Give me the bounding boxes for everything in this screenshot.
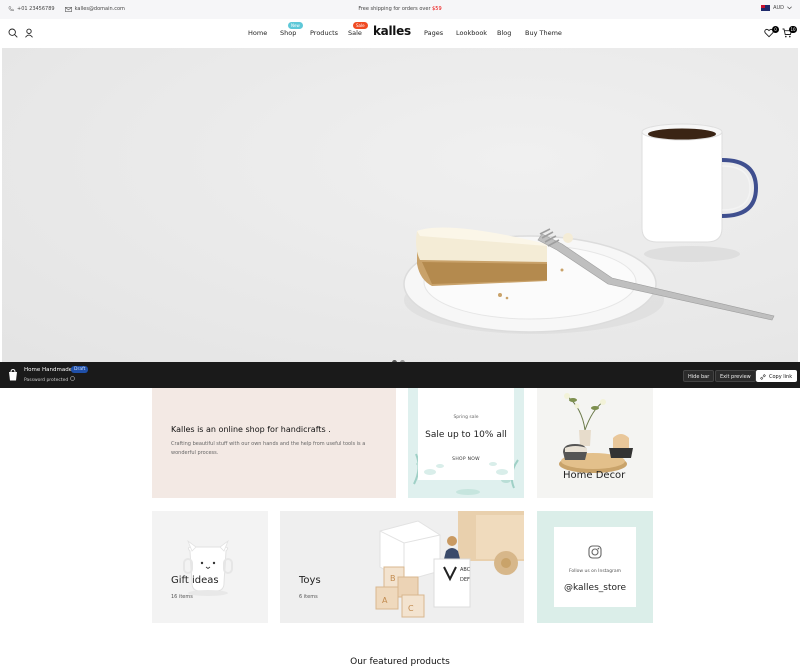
wishlist-count: 0	[772, 26, 779, 33]
currency-selector[interactable]: AUD	[761, 5, 792, 11]
svg-text:C: C	[408, 604, 414, 613]
category-title: Gift ideas	[171, 575, 219, 586]
chevron-down-icon	[787, 6, 792, 10]
australia-flag-icon	[761, 5, 771, 11]
category-toys[interactable]: ABC DEF B A C Toys 6 items	[280, 511, 524, 623]
instagram-icon	[588, 545, 602, 559]
store-name: Home Handmade	[24, 367, 73, 373]
svg-text:A: A	[382, 596, 388, 605]
spring-sale-banner[interactable]: Spring sale Sale up to 10% all SHOP NOW	[408, 388, 524, 498]
nav-home[interactable]: Home	[248, 29, 267, 37]
gift-ideas-image	[183, 539, 233, 596]
top-bar: +01 23456789 kalles@domain.com Free ship…	[0, 0, 800, 19]
instagram-handle[interactable]: @kalles_store	[554, 583, 636, 593]
featured-products-heading: Our featured products	[350, 657, 450, 666]
sale-badge: Sale	[353, 22, 368, 29]
nav-sale[interactable]: Sale Sale	[348, 22, 368, 37]
category-count: 6 items	[299, 594, 318, 600]
instagram-banner[interactable]: Follow us on Instagram @kalles_store	[537, 511, 653, 623]
nav-buy-theme[interactable]: Buy Theme	[525, 29, 562, 37]
exit-preview-button[interactable]: Exit preview	[715, 370, 756, 382]
nav-products[interactable]: Products	[310, 29, 338, 37]
hide-bar-button[interactable]: Hide bar	[683, 370, 715, 382]
new-badge: New	[288, 22, 303, 29]
sale-kicker: Spring sale	[453, 415, 479, 420]
leaf-decoration	[424, 462, 508, 475]
nav-shop[interactable]: Shop New	[280, 22, 303, 37]
draft-badge: Draft	[71, 366, 89, 373]
category-count: 16 items	[171, 594, 193, 600]
sale-headline: Sale up to 10% all	[425, 430, 507, 440]
home-decor-image	[559, 393, 633, 473]
hero-slide[interactable]	[2, 48, 798, 364]
user-icon[interactable]	[24, 28, 34, 38]
password-status: Password protected	[24, 376, 75, 383]
site-logo[interactable]: kalles	[373, 24, 411, 38]
hero-image	[2, 48, 798, 364]
svg-text:DEF: DEF	[460, 577, 470, 583]
category-title: Toys	[299, 575, 321, 586]
sale-card-inner: Spring sale Sale up to 10% all SHOP NOW	[418, 388, 514, 480]
nav-shop-label: Shop	[280, 29, 297, 37]
shopify-bag-icon	[9, 369, 17, 381]
toys-image: ABC DEF B A C	[375, 511, 524, 618]
cart-count: 10	[789, 26, 797, 33]
shopify-preview-bar: Home Handmade Draft Password protected H…	[0, 362, 800, 388]
category-title: Home Decor	[563, 470, 626, 481]
nav-blog[interactable]: Blog	[497, 29, 511, 37]
intro-heading: Kalles is an online shop for handicrafts…	[171, 425, 331, 434]
svg-text:B: B	[390, 574, 396, 583]
info-icon	[69, 376, 75, 381]
nav-sale-label: Sale	[348, 29, 362, 37]
password-status-label: Password protected	[24, 378, 69, 383]
promo-price: $59	[432, 6, 442, 12]
nav-lookbook[interactable]: Lookbook	[456, 29, 487, 37]
svg-text:ABC: ABC	[460, 567, 471, 573]
copy-link-button[interactable]: Copy link	[756, 370, 798, 382]
promo-text: Free shipping for orders over	[358, 6, 431, 12]
category-home-decor[interactable]: Home Decor	[537, 388, 653, 498]
nav-pages[interactable]: Pages	[424, 29, 443, 37]
instagram-follow-text: Follow us on Instagram	[568, 569, 622, 574]
copy-link-label: Copy link	[769, 374, 793, 380]
link-icon	[760, 374, 766, 380]
intro-text: Crafting beautiful stuff with our own ha…	[171, 441, 366, 456]
currency-code: AUD	[773, 5, 784, 11]
instagram-card-inner: Follow us on Instagram @kalles_store	[554, 527, 636, 607]
category-gift-ideas[interactable]: Gift ideas 16 items	[152, 511, 268, 623]
intro-banner: Kalles is an online shop for handicrafts…	[152, 388, 396, 498]
shipping-promo: Free shipping for orders over $59	[0, 6, 800, 12]
search-icon[interactable]	[8, 28, 18, 38]
